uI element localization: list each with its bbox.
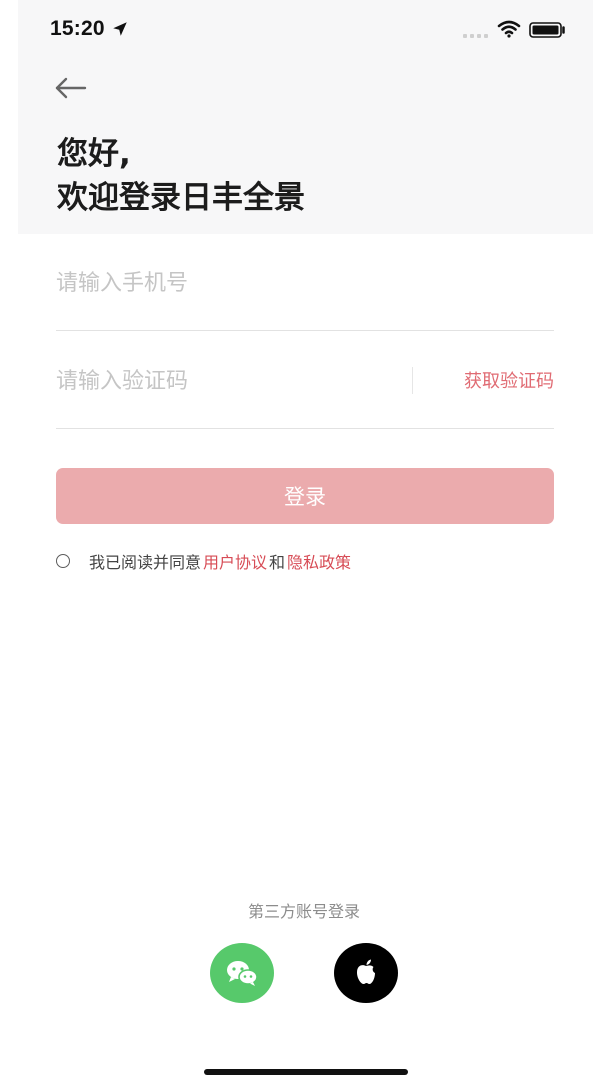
code-divider	[412, 367, 413, 394]
battery-icon	[529, 22, 565, 38]
location-arrow-icon	[112, 22, 127, 36]
agreement-prefix: 我已阅读并同意	[89, 553, 202, 572]
status-bar: 15:20	[0, 0, 608, 62]
back-arrow-icon	[55, 77, 87, 99]
welcome-heading: 您好, 欢迎登录日丰全景	[57, 132, 305, 220]
back-button[interactable]	[52, 74, 90, 102]
login-button[interactable]: 登录	[56, 468, 554, 524]
agreement-row: 我已阅读并同意 用户协议 和 隐私政策	[56, 549, 351, 573]
agreement-and: 和	[269, 553, 286, 572]
apple-icon	[357, 959, 375, 984]
apple-login-button[interactable]	[334, 943, 398, 1003]
verification-code-input[interactable]	[56, 350, 386, 412]
wechat-icon	[227, 961, 258, 986]
verification-code-field: 获取验证码	[56, 350, 554, 429]
greeting-line-2: 欢迎登录日丰全景	[57, 180, 305, 216]
status-time-group: 15:20	[50, 17, 129, 41]
wifi-icon	[497, 20, 521, 38]
phone-field	[56, 252, 554, 331]
status-time: 15:20	[50, 17, 105, 40]
wechat-login-button[interactable]	[210, 943, 274, 1003]
greeting-line-1: 您好,	[57, 136, 131, 172]
home-indicator	[204, 1069, 408, 1075]
third-party-login-label: 第三方账号登录	[247, 902, 360, 921]
privacy-policy-link[interactable]: 隐私政策	[287, 549, 351, 573]
agreement-checkbox[interactable]	[56, 554, 70, 568]
cellular-signal-icon	[463, 34, 488, 38]
get-code-button[interactable]: 获取验证码	[464, 367, 554, 393]
phone-input[interactable]	[56, 252, 554, 314]
user-agreement-link[interactable]: 用户协议	[203, 549, 267, 573]
